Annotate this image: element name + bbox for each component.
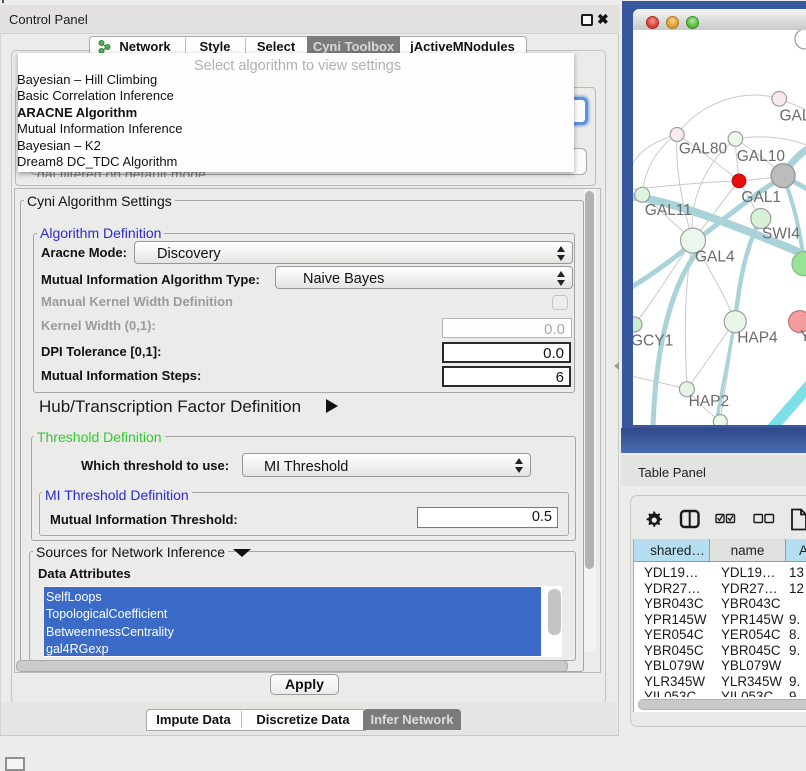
svg-text:GAL80: GAL80 bbox=[679, 140, 728, 157]
svg-text:GCY1: GCY1 bbox=[633, 333, 673, 350]
svg-text:GAL10: GAL10 bbox=[737, 148, 786, 165]
svg-text:HAP2: HAP2 bbox=[689, 393, 730, 410]
svg-text:GAL4: GAL4 bbox=[695, 249, 735, 266]
svg-text:HAP4: HAP4 bbox=[737, 329, 778, 346]
svg-text:GAL1: GAL1 bbox=[741, 189, 781, 206]
svg-text:Y: Y bbox=[800, 328, 806, 345]
svg-text:SWI4: SWI4 bbox=[762, 226, 800, 243]
svg-text:GAL: GAL bbox=[780, 108, 806, 125]
svg-text:GAL11: GAL11 bbox=[645, 202, 692, 219]
